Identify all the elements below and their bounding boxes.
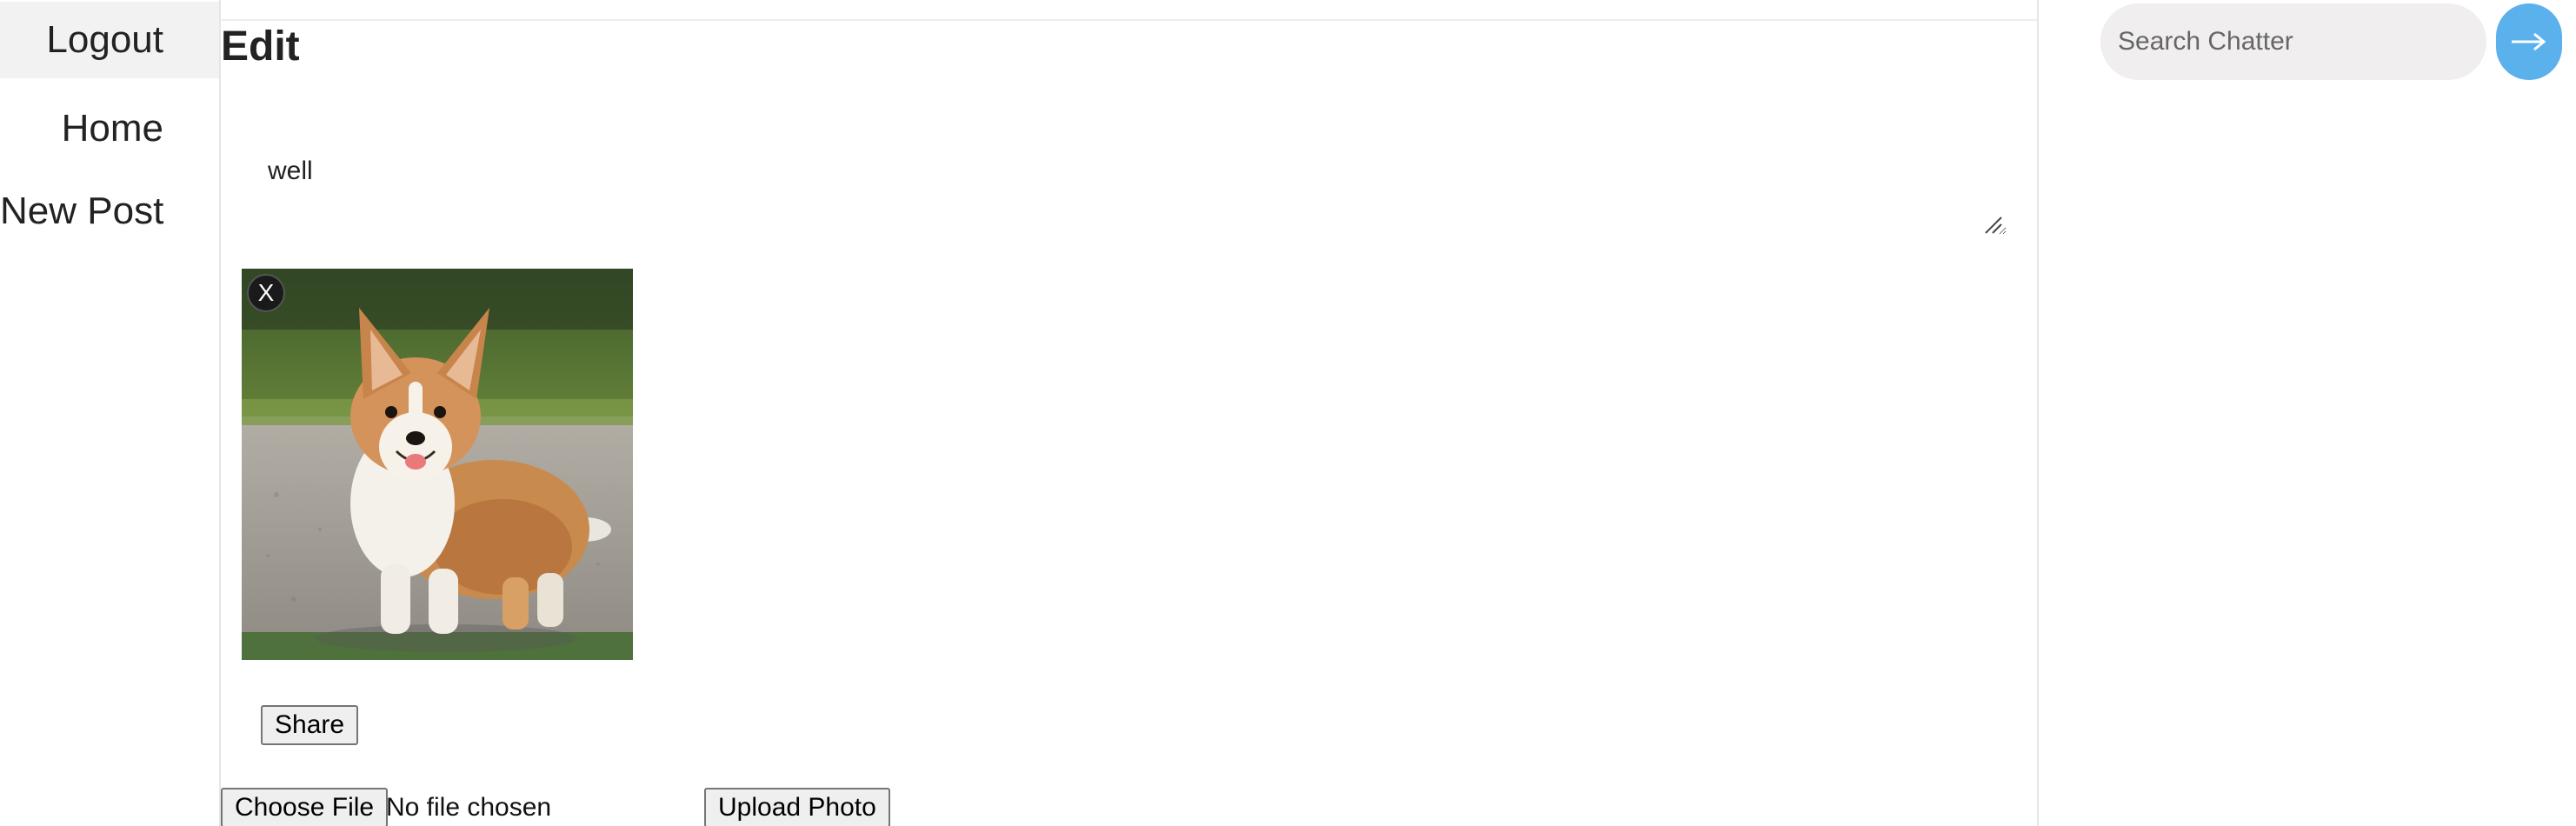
left-nav: Logout Home New Post xyxy=(0,0,219,826)
choose-file-button[interactable]: Choose File xyxy=(221,788,389,826)
upload-photo-button[interactable]: Upload Photo xyxy=(704,788,890,826)
top-divider xyxy=(221,19,2037,21)
resize-grip-icon[interactable] xyxy=(1982,214,2003,235)
file-status-text: No file chosen xyxy=(386,793,552,822)
main-column: Edit well X Share Choose File No file ch… xyxy=(219,0,2039,826)
search-input[interactable] xyxy=(2100,3,2486,80)
page-title: Edit xyxy=(221,23,300,70)
app-root: Logout Home New Post Edit well X Share C… xyxy=(0,0,2576,826)
nav-new-post[interactable]: New Post xyxy=(0,173,219,250)
post-text-input[interactable]: well xyxy=(250,130,2007,235)
corgi-photo xyxy=(242,269,633,660)
nav-home[interactable]: Home xyxy=(0,90,219,167)
search-submit-button[interactable] xyxy=(2496,3,2562,80)
remove-photo-button[interactable]: X xyxy=(247,274,285,312)
photo-preview: X xyxy=(242,269,633,660)
nav-logout[interactable]: Logout xyxy=(0,2,219,78)
share-button[interactable]: Share xyxy=(261,705,359,745)
arrow-right-icon xyxy=(2512,32,2546,51)
